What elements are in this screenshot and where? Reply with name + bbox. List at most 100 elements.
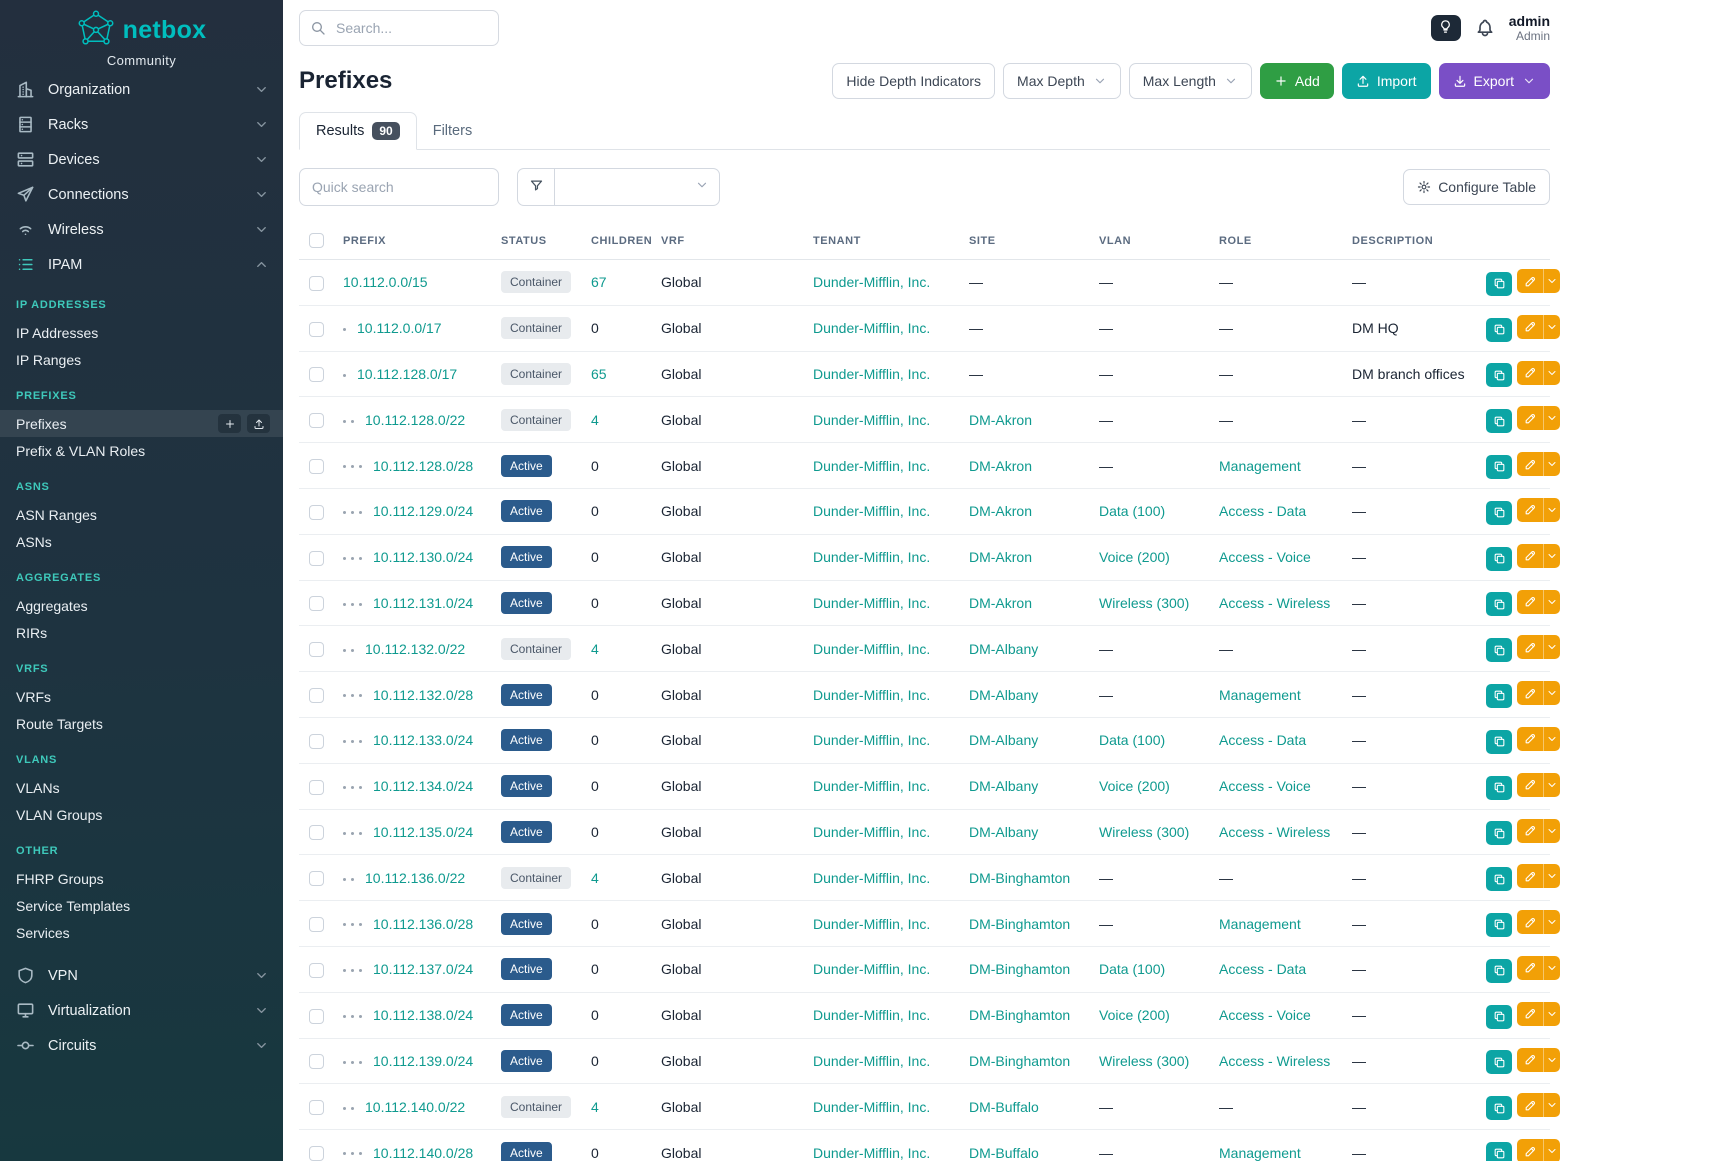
site-link[interactable]: DM-Binghamton <box>969 916 1070 932</box>
vlan-link[interactable]: Data (100) <box>1099 503 1165 519</box>
prefix-link[interactable]: 10.112.138.0/24 <box>373 1007 473 1023</box>
edit-button[interactable] <box>1517 590 1543 614</box>
children-count-link[interactable]: 4 <box>591 412 599 428</box>
copy-button[interactable] <box>1486 547 1512 571</box>
prefix-link[interactable]: 10.112.136.0/22 <box>365 870 465 886</box>
site-link[interactable]: DM-Buffalo <box>969 1145 1039 1161</box>
tenant-link[interactable]: Dunder-Mifflin, Inc. <box>813 1053 930 1069</box>
tenant-link[interactable]: Dunder-Mifflin, Inc. <box>813 1145 930 1161</box>
column-header-description[interactable]: DESCRIPTION <box>1342 222 1476 260</box>
sidebar-item-rirs[interactable]: RIRs <box>0 619 283 646</box>
max-length-dropdown[interactable]: Max Length <box>1129 63 1252 99</box>
row-checkbox[interactable] <box>309 1009 324 1024</box>
edit-button[interactable] <box>1517 773 1543 797</box>
row-checkbox[interactable] <box>309 1054 324 1069</box>
row-checkbox[interactable] <box>309 1146 324 1161</box>
tenant-link[interactable]: Dunder-Mifflin, Inc. <box>813 916 930 932</box>
sidebar-item-racks[interactable]: Racks <box>0 107 283 142</box>
vlan-link[interactable]: Voice (200) <box>1099 549 1170 565</box>
role-link[interactable]: Management <box>1219 687 1301 703</box>
sidebar-item-virtualization[interactable]: Virtualization <box>0 993 283 1028</box>
select-all-checkbox[interactable] <box>309 233 324 248</box>
sidebar-item-vpn[interactable]: VPN <box>0 958 283 993</box>
column-header-vlan[interactable]: VLAN <box>1089 222 1209 260</box>
prefix-link[interactable]: 10.112.128.0/28 <box>373 458 473 474</box>
row-actions-dropdown[interactable] <box>1543 452 1560 476</box>
prefix-link[interactable]: 10.112.128.0/22 <box>365 412 465 428</box>
configure-table-button[interactable]: Configure Table <box>1403 169 1550 205</box>
sidebar-item-wireless[interactable]: Wireless <box>0 212 283 247</box>
row-actions-dropdown[interactable] <box>1543 498 1560 522</box>
site-link[interactable]: DM-Albany <box>969 732 1038 748</box>
role-link[interactable]: Access - Data <box>1219 503 1306 519</box>
edit-button[interactable] <box>1517 544 1543 568</box>
copy-button[interactable] <box>1486 684 1512 708</box>
sidebar-item-ipam[interactable]: IPAM <box>0 247 283 282</box>
edit-button[interactable] <box>1517 361 1543 385</box>
tenant-link[interactable]: Dunder-Mifflin, Inc. <box>813 732 930 748</box>
tenant-link[interactable]: Dunder-Mifflin, Inc. <box>813 1007 930 1023</box>
column-header-role[interactable]: ROLE <box>1209 222 1342 260</box>
saved-filter-select[interactable] <box>555 168 720 206</box>
row-actions-dropdown[interactable] <box>1543 1093 1560 1117</box>
row-actions-dropdown[interactable] <box>1543 315 1560 339</box>
row-actions-dropdown[interactable] <box>1543 269 1560 293</box>
role-link[interactable]: Access - Voice <box>1219 1007 1311 1023</box>
site-link[interactable]: DM-Albany <box>969 641 1038 657</box>
role-link[interactable]: Access - Wireless <box>1219 595 1330 611</box>
site-link[interactable]: DM-Albany <box>969 824 1038 840</box>
vlan-link[interactable]: Wireless (300) <box>1099 595 1189 611</box>
row-checkbox[interactable] <box>309 734 324 749</box>
tenant-link[interactable]: Dunder-Mifflin, Inc. <box>813 503 930 519</box>
prefix-link[interactable]: 10.112.136.0/28 <box>373 916 473 932</box>
row-actions-dropdown[interactable] <box>1543 681 1560 705</box>
vlan-link[interactable]: Voice (200) <box>1099 778 1170 794</box>
row-actions-dropdown[interactable] <box>1543 864 1560 888</box>
edit-button[interactable] <box>1517 1093 1543 1117</box>
row-actions-dropdown[interactable] <box>1543 773 1560 797</box>
sidebar-item-vrfs[interactable]: VRFs <box>0 683 283 710</box>
vlan-link[interactable]: Wireless (300) <box>1099 824 1189 840</box>
row-checkbox[interactable] <box>309 1100 324 1115</box>
edit-button[interactable] <box>1517 910 1543 934</box>
copy-button[interactable] <box>1486 272 1512 296</box>
row-actions-dropdown[interactable] <box>1543 819 1560 843</box>
sidebar-item-asns[interactable]: ASNs <box>0 528 283 555</box>
edit-button[interactable] <box>1517 315 1543 339</box>
row-checkbox[interactable] <box>309 780 324 795</box>
row-checkbox[interactable] <box>309 642 324 657</box>
site-link[interactable]: DM-Binghamton <box>969 1053 1070 1069</box>
tenant-link[interactable]: Dunder-Mifflin, Inc. <box>813 824 930 840</box>
prefix-link[interactable]: 10.112.140.0/28 <box>373 1145 473 1161</box>
edit-button[interactable] <box>1517 819 1543 843</box>
row-actions-dropdown[interactable] <box>1543 635 1560 659</box>
site-link[interactable]: DM-Binghamton <box>969 870 1070 886</box>
brand[interactable]: netbox Community <box>0 0 283 72</box>
copy-button[interactable] <box>1486 776 1512 800</box>
copy-button[interactable] <box>1486 501 1512 525</box>
prefix-link[interactable]: 10.112.128.0/17 <box>357 366 457 382</box>
copy-button[interactable] <box>1486 867 1512 891</box>
role-link[interactable]: Management <box>1219 1145 1301 1161</box>
export-dropdown[interactable]: Export <box>1439 63 1550 99</box>
edit-button[interactable] <box>1517 727 1543 751</box>
add-button[interactable]: Add <box>1260 63 1334 99</box>
copy-button[interactable] <box>1486 1005 1512 1029</box>
tenant-link[interactable]: Dunder-Mifflin, Inc. <box>813 595 930 611</box>
vlan-link[interactable]: Voice (200) <box>1099 1007 1170 1023</box>
row-checkbox[interactable] <box>309 963 324 978</box>
sidebar-item-vlans[interactable]: VLANs <box>0 774 283 801</box>
prefix-link[interactable]: 10.112.134.0/24 <box>373 778 473 794</box>
sidebar-item-asn-ranges[interactable]: ASN Ranges <box>0 501 283 528</box>
copy-button[interactable] <box>1486 913 1512 937</box>
prefix-link[interactable]: 10.112.140.0/22 <box>365 1099 465 1115</box>
row-checkbox[interactable] <box>309 551 324 566</box>
tenant-link[interactable]: Dunder-Mifflin, Inc. <box>813 641 930 657</box>
filter-button[interactable] <box>517 168 555 206</box>
row-checkbox[interactable] <box>309 413 324 428</box>
row-checkbox[interactable] <box>309 825 324 840</box>
sidebar-item-prefix-vlan-roles[interactable]: Prefix & VLAN Roles <box>0 437 283 464</box>
max-depth-dropdown[interactable]: Max Depth <box>1003 63 1121 99</box>
copy-button[interactable] <box>1486 318 1512 342</box>
role-link[interactable]: Access - Voice <box>1219 549 1311 565</box>
